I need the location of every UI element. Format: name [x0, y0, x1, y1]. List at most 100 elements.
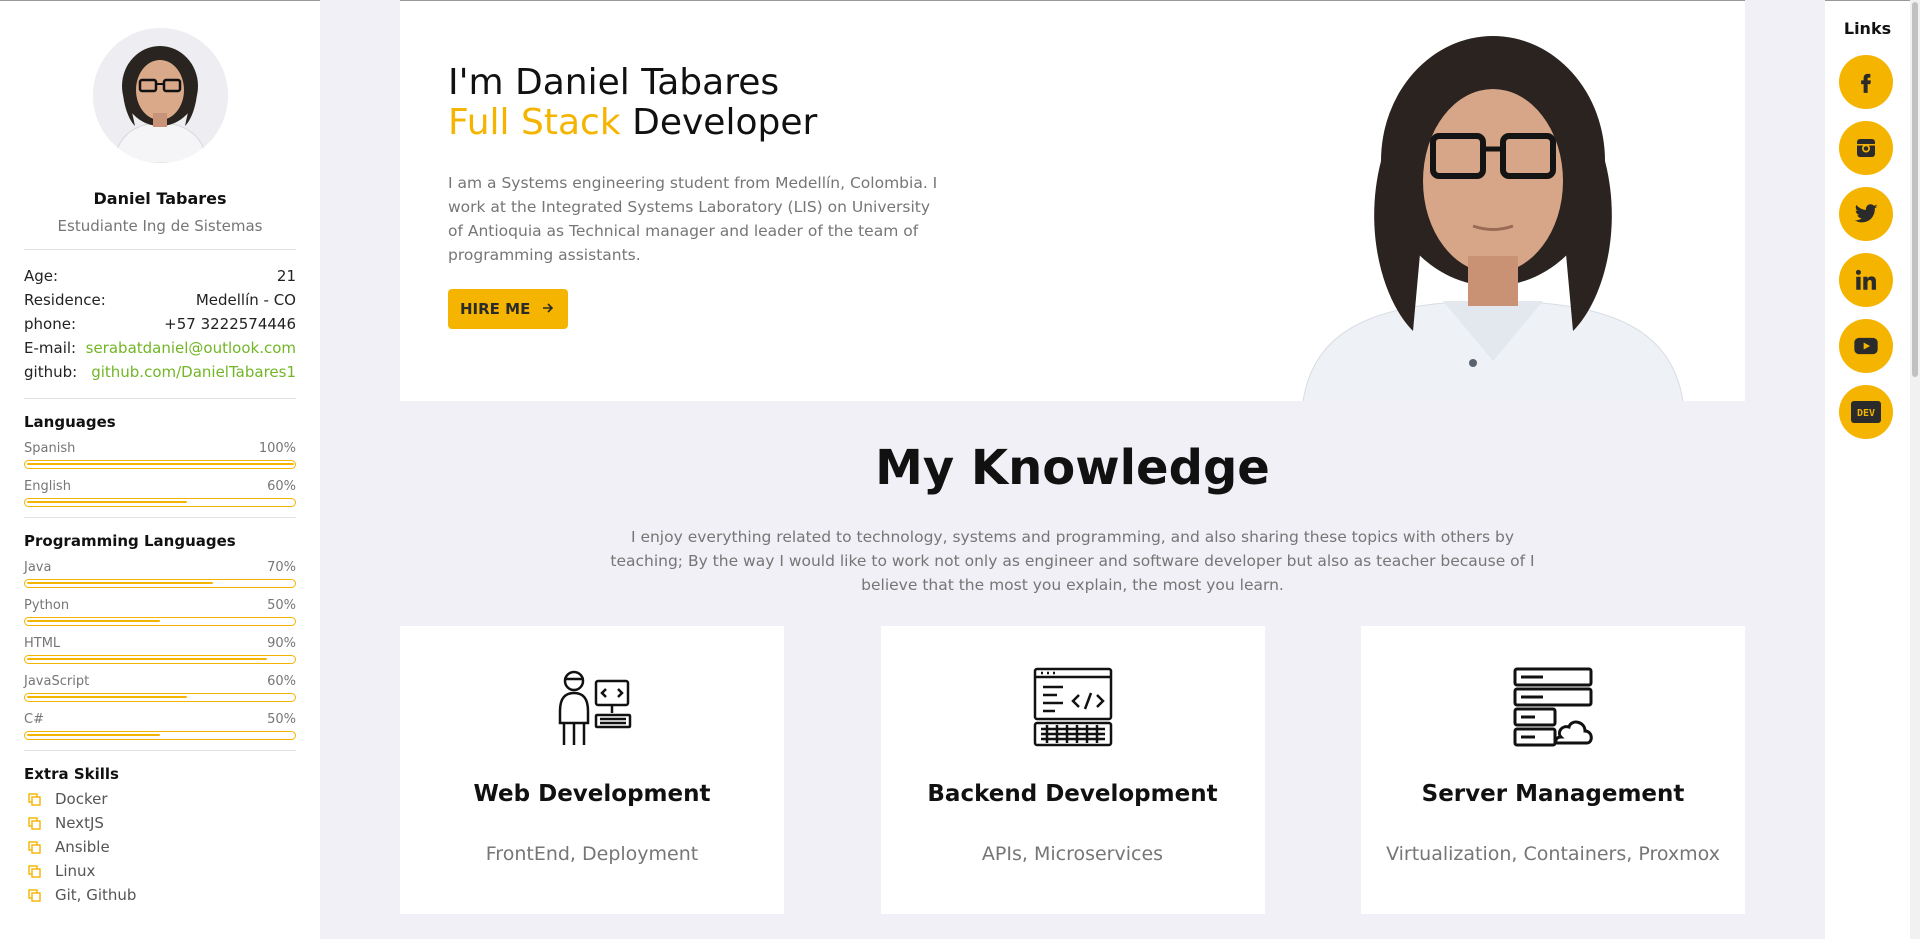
- extra-skill-item: Docker: [24, 787, 296, 811]
- extra-skill-label: Git, Github: [55, 886, 137, 904]
- skill-name: English: [24, 479, 71, 494]
- skill-progress-fill: [26, 619, 160, 622]
- hero-name: I'm Daniel Tabares: [448, 62, 780, 103]
- skill-item: Spanish 100%: [24, 441, 296, 469]
- skill-name: Python: [24, 598, 70, 613]
- code-window-icon: [1033, 667, 1112, 747]
- dev-to-link[interactable]: DEV: [1839, 385, 1893, 439]
- dev-label: DEV: [1857, 408, 1875, 419]
- skill-progress-bar: [24, 693, 296, 702]
- extra-skill-item: Git, Github: [24, 883, 296, 907]
- check-square-icon: [27, 840, 41, 854]
- page-scrollbar[interactable]: [1910, 0, 1920, 939]
- dev-icon: DEV: [1851, 401, 1881, 423]
- extra-skill-label: Linux: [55, 862, 96, 880]
- skill-name: C#: [24, 712, 44, 727]
- hero-role: Developer: [620, 102, 818, 143]
- skill-name: JavaScript: [24, 674, 90, 689]
- extra-skills-title: Extra Skills: [24, 765, 119, 783]
- youtube-link[interactable]: [1839, 319, 1893, 373]
- skill-item: Python 50%: [24, 598, 296, 626]
- hero-accent: Full Stack: [448, 102, 621, 143]
- skill-progress-fill: [26, 657, 267, 660]
- info-row-residence: Residence: Medellín - CO: [24, 288, 296, 312]
- knowledge-description: I enjoy everything related to technology…: [610, 528, 1535, 594]
- extra-skill-item: NextJS: [24, 811, 296, 835]
- extra-skill-label: Docker: [55, 790, 108, 808]
- hero-portrait: [1293, 1, 1693, 401]
- linkedin-link[interactable]: [1839, 253, 1893, 307]
- email-link[interactable]: serabatdaniel@outlook.com: [86, 336, 296, 360]
- info-value: Medellín - CO: [195, 291, 296, 309]
- skill-progress-bar: [24, 617, 296, 626]
- info-value: 21: [276, 267, 296, 285]
- skill-percent: 60%: [267, 674, 296, 689]
- divider: [24, 398, 296, 399]
- skill-head: Java 70%: [24, 560, 296, 575]
- skill-item: HTML 90%: [24, 636, 296, 664]
- divider: [24, 249, 296, 250]
- skill-percent: 90%: [267, 636, 296, 651]
- skill-item: JavaScript 60%: [24, 674, 296, 702]
- card-subtitle: Virtualization, Containers, Proxmox: [1386, 843, 1720, 865]
- scrollbar-thumb[interactable]: [1912, 2, 1918, 377]
- skill-head: English 60%: [24, 479, 296, 494]
- extra-skill-item: Linux: [24, 859, 296, 883]
- arrow-right-icon: [542, 300, 554, 318]
- youtube-icon: [1854, 337, 1878, 355]
- links-title: Links: [1843, 19, 1892, 38]
- skill-progress-bar: [24, 731, 296, 740]
- facebook-link[interactable]: [1839, 55, 1893, 109]
- info-row-email: E-mail: serabatdaniel@outlook.com: [24, 336, 296, 360]
- instagram-link[interactable]: [1839, 121, 1893, 175]
- skill-item: C# 50%: [24, 712, 296, 740]
- card-subtitle: FrontEnd, Deployment: [485, 843, 699, 865]
- skill-percent: 50%: [267, 712, 296, 727]
- extra-skill-item: Ansible: [24, 835, 296, 859]
- info-value: +57 3222574446: [164, 315, 296, 333]
- profile-role: Estudiante Ing de Sistemas: [57, 217, 263, 235]
- programming-title: Programming Languages: [24, 532, 236, 550]
- hero-section: I'm Daniel Tabares Full Stack Developer …: [400, 0, 1745, 401]
- info-row-age: Age: 21: [24, 264, 296, 288]
- skill-progress-bar: [24, 498, 296, 507]
- skill-head: HTML 90%: [24, 636, 296, 651]
- card-web-development: Web Development FrontEnd, Deployment: [400, 626, 784, 914]
- skill-name: HTML: [24, 636, 61, 651]
- hire-me-button[interactable]: HIRE ME: [448, 289, 569, 329]
- linkedin-icon: [1855, 269, 1876, 290]
- languages-title: Languages: [24, 413, 116, 431]
- card-title: Web Development: [473, 781, 711, 807]
- skill-progress-bar: [24, 655, 296, 664]
- skill-head: JavaScript 60%: [24, 674, 296, 689]
- skill-head: C# 50%: [24, 712, 296, 727]
- check-square-icon: [27, 792, 41, 806]
- info-label: github:: [24, 363, 78, 381]
- card-server-management: Server Management Virtualization, Contai…: [1361, 626, 1745, 914]
- card-title: Backend Development: [927, 781, 1218, 807]
- skill-percent: 60%: [267, 479, 296, 494]
- github-link[interactable]: github.com/DanielTabares1: [91, 360, 296, 384]
- info-row-phone: phone: +57 3222574446: [24, 312, 296, 336]
- server-cloud-icon: [1513, 667, 1593, 747]
- twitter-link[interactable]: [1839, 187, 1893, 241]
- languages-list: Spanish 100% English 60%: [24, 441, 296, 507]
- card-subtitle: APIs, Microservices: [981, 843, 1164, 865]
- skill-progress-bar: [24, 579, 296, 588]
- info-label: Age:: [24, 267, 59, 285]
- info-label: phone:: [24, 315, 76, 333]
- skill-head: Python 50%: [24, 598, 296, 613]
- programming-list: Java 70% Python 50% HTML 90% JavaScript 60% C# 50…: [24, 560, 296, 740]
- avatar: [92, 28, 228, 163]
- facebook-icon: [1861, 73, 1871, 93]
- hero-heading: I'm Daniel Tabares Full Stack Developer: [448, 63, 968, 143]
- info-list: Age: 21 Residence: Medellín - CO phone: …: [24, 264, 296, 384]
- skill-progress-fill: [26, 500, 187, 503]
- knowledge-title: My Knowledge: [875, 440, 1270, 496]
- links-sidebar: Links DEV: [1825, 0, 1910, 939]
- skill-progress-fill: [26, 581, 214, 584]
- profile-sidebar: Daniel Tabares Estudiante Ing de Sistema…: [0, 0, 320, 939]
- knowledge-cards: Web Development FrontEnd, Deployment Bac…: [400, 626, 1745, 914]
- check-square-icon: [27, 816, 41, 830]
- skill-progress-fill: [26, 695, 187, 698]
